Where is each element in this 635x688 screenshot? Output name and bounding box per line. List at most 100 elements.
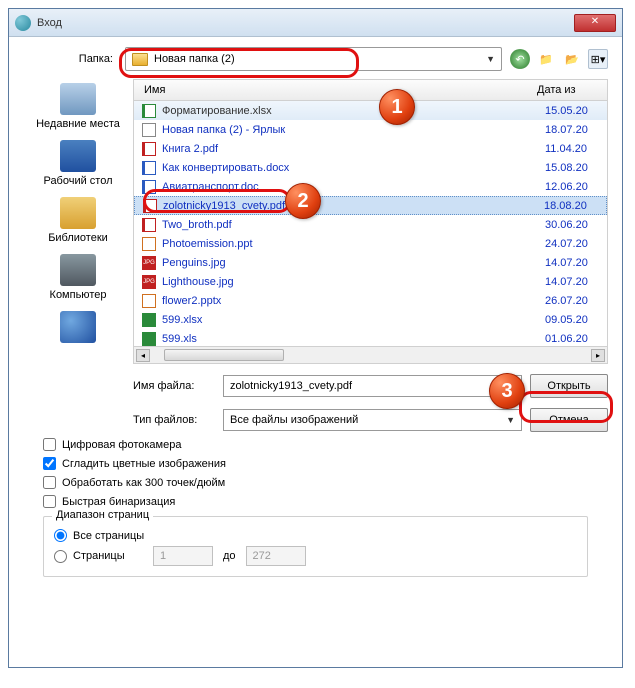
smooth-label: Сгладить цветные изображения: [62, 458, 226, 470]
filename-input[interactable]: [223, 375, 522, 397]
all-pages-radio[interactable]: [54, 529, 67, 542]
scroll-left-icon[interactable]: ◂: [136, 349, 150, 362]
place-libraries[interactable]: Библиотеки: [23, 197, 133, 244]
file-date: 26.07.20: [545, 295, 599, 307]
file-row[interactable]: Photoemission.ppt24.07.20: [134, 234, 607, 253]
page-range-group: Диапазон страниц Все страницы Страницы д…: [43, 516, 588, 577]
app-icon: [15, 15, 31, 31]
place-recent[interactable]: Недавние места: [23, 83, 133, 130]
file-list[interactable]: Форматирование.xlsx15.05.20Новая папка (…: [133, 101, 608, 347]
titlebar: Вход ✕: [9, 9, 622, 37]
file-date: 01.06.20: [545, 333, 599, 345]
file-list-header[interactable]: Имя Дата из: [133, 79, 608, 101]
file-row[interactable]: flower2.pptx26.07.20: [134, 291, 607, 310]
scroll-thumb[interactable]: [164, 349, 284, 361]
file-name: 599.xlsx: [162, 314, 545, 326]
folder-current: Новая папка (2): [154, 53, 235, 65]
file-date: 15.05.20: [545, 105, 599, 117]
cancel-button[interactable]: Отмена: [530, 408, 608, 432]
close-button[interactable]: ✕: [574, 14, 616, 32]
file-row[interactable]: Авиатранспорт.doc12.06.20: [134, 177, 607, 196]
horizontal-scrollbar[interactable]: ◂ ▸: [133, 347, 608, 364]
pages-label: Страницы: [73, 550, 143, 562]
xlsx-file-icon: [142, 104, 156, 118]
scroll-right-icon[interactable]: ▸: [591, 349, 605, 362]
file-row[interactable]: 599.xlsx09.05.20: [134, 310, 607, 329]
file-row[interactable]: Книга 2.pdf11.04.20: [134, 139, 607, 158]
dpi-label: Обработать как 300 точек/дюйм: [62, 477, 225, 489]
filename-label: Имя файла:: [133, 380, 223, 392]
xls-file-icon: [142, 332, 156, 346]
to-label: до: [223, 550, 236, 562]
up-icon[interactable]: 📁: [536, 49, 556, 69]
jpg-file-icon: JPG: [142, 256, 156, 270]
fastbin-checkbox[interactable]: [43, 495, 56, 508]
recent-places-icon: [60, 83, 96, 115]
file-date: 14.07.20: [545, 257, 599, 269]
pdf-file-icon: [142, 142, 156, 156]
network-icon: [60, 311, 96, 343]
file-row[interactable]: JPGLighthouse.jpg14.07.20: [134, 272, 607, 291]
fastbin-label: Быстрая бинаризация: [62, 496, 175, 508]
file-name: Photoemission.ppt: [162, 238, 545, 250]
file-row[interactable]: JPG Penguins.jpg14.07.20: [134, 253, 607, 272]
file-row[interactable]: Как конвертировать.docx15.08.20: [134, 158, 607, 177]
file-date: 30.06.20: [545, 219, 599, 231]
file-row[interactable]: Форматирование.xlsx15.05.20: [134, 101, 607, 120]
libraries-icon: [60, 197, 96, 229]
chevron-down-icon: ▼: [506, 415, 515, 425]
file-name: Авиатранспорт.doc: [162, 181, 545, 193]
file-name: 599.xls: [162, 333, 545, 345]
file-name: Новая папка (2) - Ярлык: [162, 124, 545, 136]
dpi-checkbox[interactable]: [43, 476, 56, 489]
new-folder-icon[interactable]: 📂: [562, 49, 582, 69]
file-date: 09.05.20: [545, 314, 599, 326]
page-from-input[interactable]: [153, 546, 213, 566]
place-desktop[interactable]: Рабочий стол: [23, 140, 133, 187]
file-name: Форматирование.xlsx: [162, 105, 545, 117]
column-date[interactable]: Дата из: [537, 84, 597, 96]
smooth-checkbox[interactable]: [43, 457, 56, 470]
file-row[interactable]: zolotnicky1913_cvety.pdf18.08.20: [134, 196, 607, 215]
file-row[interactable]: Two_broth.pdf30.06.20: [134, 215, 607, 234]
file-date: 14.07.20: [545, 276, 599, 288]
doc-file-icon: [142, 180, 156, 194]
all-pages-label: Все страницы: [73, 530, 144, 542]
folder-combo[interactable]: Новая папка (2) ▼: [125, 47, 502, 71]
page-to-input[interactable]: [246, 546, 306, 566]
folder-icon: [132, 53, 148, 66]
file-name: Two_broth.pdf: [162, 219, 545, 231]
pdf-file-icon: [142, 218, 156, 232]
back-icon[interactable]: ↶: [510, 49, 530, 69]
file-date: 11.04.20: [545, 143, 599, 155]
docx-file-icon: [142, 161, 156, 175]
file-row[interactable]: 599.xls01.06.20: [134, 329, 607, 347]
filetype-combo[interactable]: Все файлы изображений ▼: [223, 409, 522, 431]
column-name[interactable]: Имя: [144, 84, 537, 96]
file-date: 15.08.20: [545, 162, 599, 174]
pptx-file-icon: [142, 294, 156, 308]
range-legend: Диапазон страниц: [52, 509, 153, 521]
file-date: 18.07.20: [545, 124, 599, 136]
file-row[interactable]: Новая папка (2) - Ярлык18.07.20: [134, 120, 607, 139]
place-computer[interactable]: Компьютер: [23, 254, 133, 301]
chevron-down-icon: ▼: [486, 54, 495, 64]
filetype-label: Тип файлов:: [133, 414, 223, 426]
desktop-icon: [60, 140, 96, 172]
file-date: 12.06.20: [545, 181, 599, 193]
pages-radio[interactable]: [54, 550, 67, 563]
jpg-file-icon: JPG: [142, 275, 156, 289]
camera-checkbox[interactable]: [43, 438, 56, 451]
place-network[interactable]: [23, 311, 133, 343]
file-name: flower2.pptx: [162, 295, 545, 307]
file-name: Как конвертировать.docx: [162, 162, 545, 174]
computer-icon: [60, 254, 96, 286]
folder-label: Папка:: [23, 53, 113, 65]
open-button[interactable]: Открыть: [530, 374, 608, 398]
lnk-file-icon: [142, 123, 156, 137]
file-name: zolotnicky1913_cvety.pdf: [163, 200, 544, 212]
views-icon[interactable]: ⊞▾: [588, 49, 608, 69]
file-name: Penguins.jpg: [162, 257, 545, 269]
pdf-file-icon: [143, 199, 157, 213]
places-bar: Недавние места Рабочий стол Библиотеки К…: [23, 79, 133, 432]
